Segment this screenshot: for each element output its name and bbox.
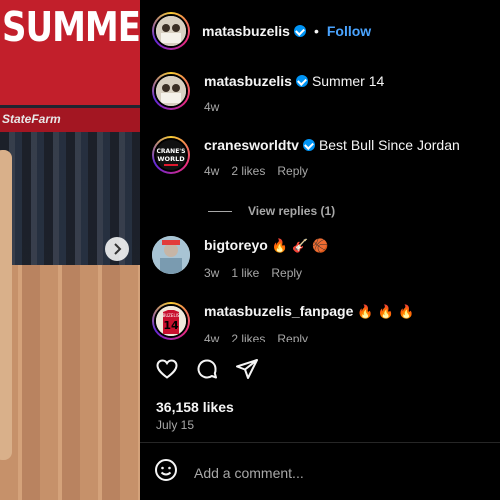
like-button[interactable] [154,356,180,382]
post-actions [154,356,260,382]
follow-button[interactable]: Follow [327,23,371,39]
profile-photo-icon [156,16,186,46]
comment-likes[interactable]: 2 likes [231,164,265,178]
verified-badge-icon [295,75,308,87]
comment-time[interactable]: 4w [204,164,219,178]
comment-time[interactable]: 3w [204,266,219,280]
replies-line [208,210,232,212]
comment-username[interactable]: cranesworldtv [204,137,299,153]
jersey-14-icon: BUZELIS 14 [156,306,186,336]
comment-bubble-icon [197,359,217,379]
comment-input[interactable] [194,464,454,481]
reply-button[interactable]: Reply [277,164,308,178]
comments-list[interactable]: matasbuzelis Summer 14 4w CRANE'S WORLD [140,62,500,342]
sponsor-text: StateFarm [2,112,61,126]
post-date[interactable]: July 15 [156,418,194,432]
reply-button[interactable]: Reply [277,332,308,342]
comment-avatar[interactable] [152,72,190,110]
author-username[interactable]: matasbuzelis [202,23,290,39]
profile-photo-icon [156,76,186,106]
comment-avatar[interactable] [152,236,190,274]
svg-text:14: 14 [163,319,179,332]
smiley-icon [155,459,177,481]
view-replies-button[interactable]: View replies (1) [208,204,335,218]
banner-text: SUMMER LEAGUE [2,4,140,52]
player [0,150,12,460]
add-comment-bar [154,458,454,487]
comment-item: CRANE'S WORLD cranesworldtv Best Bull Sin… [152,136,460,178]
next-photo-button[interactable] [105,237,129,261]
paper-plane-icon [236,359,258,379]
comment-button[interactable] [194,356,220,382]
comment-item: BUZELIS 14 matasbuzelis_fanpage 🔥 🔥 🔥 4w … [152,302,414,342]
court-floor [0,265,140,500]
comment-username[interactable]: matasbuzelis_fanpage [204,303,353,319]
svg-text:CRANE'S: CRANE'S [157,148,186,155]
comment-username[interactable]: bigtoreyo [204,237,268,253]
divider [140,442,500,443]
chevron-right-icon [114,243,122,255]
comment-likes[interactable]: 1 like [231,266,259,280]
share-button[interactable] [234,356,260,382]
fire-guitar-basketball-emoji-icon: 🔥 🎸 🏀 [271,239,329,254]
post-photo: SUMMER LEAGUE StateFarm [0,0,140,500]
comment-text: Best Bull Since Jordan [318,137,460,153]
author-avatar[interactable] [152,12,190,50]
comment-time[interactable]: 4w [204,332,219,342]
svg-text:WORLD: WORLD [157,155,185,163]
comment-avatar[interactable]: CRANE'S WORLD [152,136,190,174]
post-panel: matasbuzelis • Follow matasbuzelis Summe… [140,0,500,500]
cranes-world-logo-icon: CRANE'S WORLD [156,140,186,170]
emoji-picker-button[interactable] [154,458,178,487]
reply-button[interactable]: Reply [271,266,302,280]
comment-likes[interactable]: 2 likes [231,332,265,342]
comment-username[interactable]: matasbuzelis [204,73,292,89]
comment-avatar[interactable]: BUZELIS 14 [152,302,190,340]
verified-badge-icon [293,25,306,37]
comment-time[interactable]: 4w [204,100,219,114]
likes-count[interactable]: 36,158 likes [156,399,234,415]
view-replies-label: View replies (1) [248,204,336,218]
heart-icon [156,359,178,379]
profile-photo-icon [152,236,190,274]
separator-dot: • [313,23,319,39]
verified-badge-icon [302,139,315,151]
comment-item: bigtoreyo 🔥 🎸 🏀 3w 1 like Reply [152,236,329,280]
comment-item: matasbuzelis Summer 14 4w [152,72,384,114]
comment-text: Summer 14 [311,73,385,89]
svg-text:BUZELIS: BUZELIS [163,313,180,318]
post-header: matasbuzelis • Follow [140,0,500,62]
fire-emoji-icon: 🔥 🔥 🔥 [357,305,415,320]
